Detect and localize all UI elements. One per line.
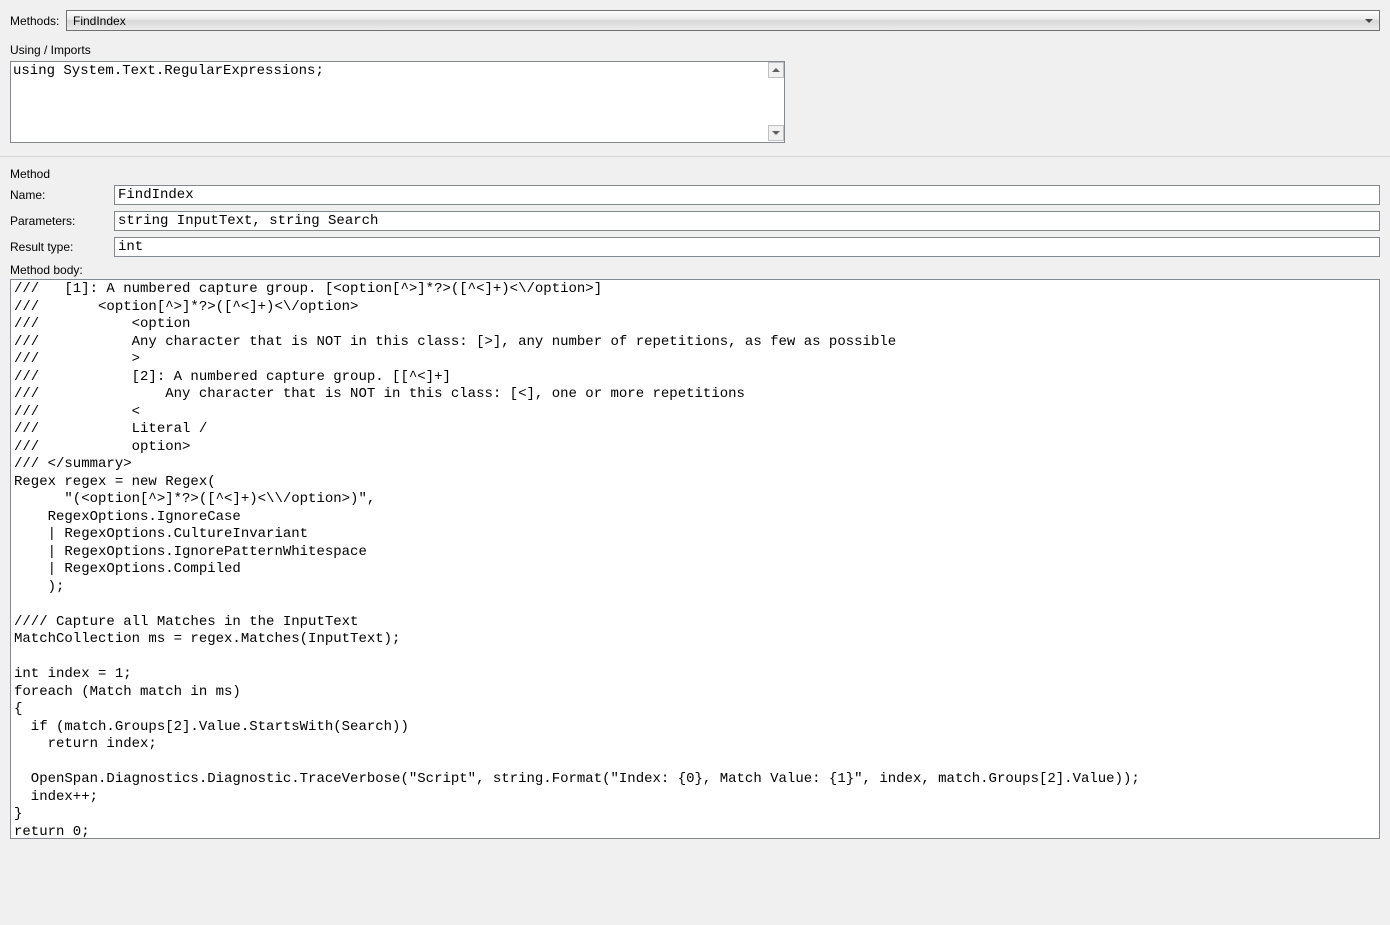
method-body-label: Method body:: [10, 263, 1380, 277]
name-label: Name:: [10, 188, 114, 202]
result-type-label: Result type:: [10, 240, 114, 254]
method-body-textarea[interactable]: [10, 279, 1380, 839]
parameters-input[interactable]: [114, 211, 1380, 231]
chevron-down-icon: [1365, 19, 1373, 23]
scroll-down-button[interactable]: [768, 125, 784, 141]
methods-label: Methods:: [10, 14, 66, 28]
result-type-input[interactable]: [114, 237, 1380, 257]
method-section-label: Method: [10, 167, 1380, 181]
triangle-down-icon: [772, 131, 780, 135]
imports-label: Using / Imports: [10, 43, 1380, 57]
methods-dropdown-value: FindIndex: [73, 14, 126, 28]
name-input[interactable]: [114, 185, 1380, 205]
methods-dropdown[interactable]: FindIndex: [66, 10, 1380, 31]
scroll-up-button[interactable]: [768, 62, 784, 78]
parameters-label: Parameters:: [10, 214, 114, 228]
imports-textarea[interactable]: [10, 61, 785, 143]
triangle-up-icon: [772, 68, 780, 72]
